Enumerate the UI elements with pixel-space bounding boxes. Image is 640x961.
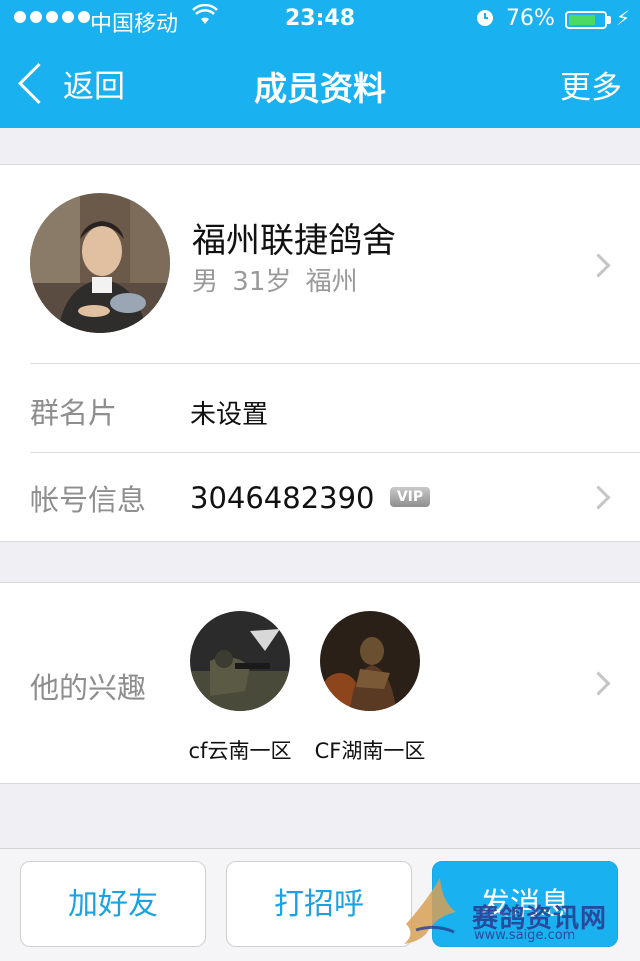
interest-icon-cf-yunnan[interactable] xyxy=(190,611,290,711)
interest-label: cf云南一区 xyxy=(188,739,292,763)
chevron-right-icon xyxy=(586,253,611,278)
add-friend-button[interactable]: 加好友 xyxy=(20,861,206,947)
charging-bolt-icon: ⚡ xyxy=(616,6,631,30)
watermark-url: www.saige.com xyxy=(474,928,576,943)
chevron-right-icon xyxy=(586,671,611,696)
interest-icon-cf-hunan[interactable] xyxy=(320,611,420,711)
page-title: 成员资料 xyxy=(254,69,386,108)
profile-name: 福州联捷鸽舍 xyxy=(192,221,396,261)
alarm-clock-icon xyxy=(474,6,496,34)
profile-city: 福州 xyxy=(305,267,358,297)
account-info-label: 帐号信息 xyxy=(30,483,147,517)
status-bar: 中国移动 23:48 76% ⚡ xyxy=(0,0,640,40)
battery-tip xyxy=(607,16,611,24)
more-button[interactable]: 更多 xyxy=(560,62,622,107)
profile-age: 31岁 xyxy=(232,267,292,297)
profile-section: 福州联捷鸽舍 男 31岁 福州 群名片 未设置 帐号信息 3046482390 … xyxy=(0,164,640,542)
group-card-label: 群名片 xyxy=(30,396,118,430)
group-card-value: 未设置 xyxy=(190,400,269,430)
interest-label: CF湖南一区 xyxy=(314,739,426,763)
top-bar: 中国移动 23:48 76% ⚡ 返回 成员资料 更多 xyxy=(0,0,640,128)
interests-section[interactable]: 他的兴趣 cf云南一区 CF湖南一区 xyxy=(0,582,640,784)
vip-badge: VIP xyxy=(390,487,430,507)
account-info-row[interactable]: 帐号信息 3046482390 xyxy=(0,453,640,541)
group-card-row[interactable]: 群名片 未设置 xyxy=(0,364,640,452)
interests-label: 他的兴趣 xyxy=(30,671,147,705)
battery-percentage: 76% xyxy=(506,6,555,31)
chevron-right-icon xyxy=(586,485,611,510)
avatar xyxy=(30,193,170,333)
profile-gender: 男 xyxy=(192,267,219,297)
account-number: 3046482390 xyxy=(190,481,375,515)
battery-icon xyxy=(565,11,607,29)
profile-meta: 男 31岁 福州 xyxy=(192,261,358,298)
greet-button[interactable]: 打招呼 xyxy=(226,861,412,947)
profile-header-row[interactable]: 福州联捷鸽舍 男 31岁 福州 xyxy=(0,165,640,363)
